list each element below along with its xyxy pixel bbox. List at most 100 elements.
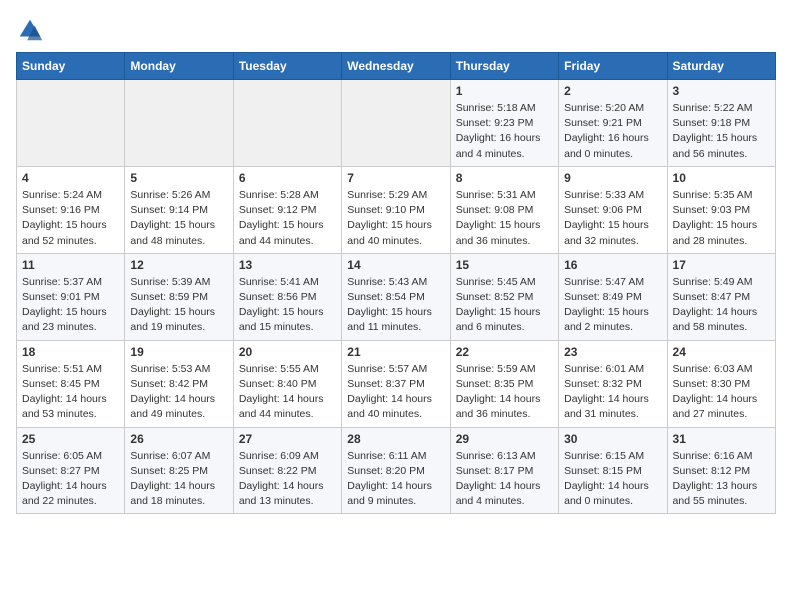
day-number: 14 xyxy=(347,258,444,272)
calendar-week-row: 25 Sunrise: 6:05 AMSunset: 8:27 PMDayligh… xyxy=(17,427,776,514)
calendar-day-cell: 23 Sunrise: 6:01 AMSunset: 8:32 PMDayligh… xyxy=(559,340,667,427)
day-number: 29 xyxy=(456,432,553,446)
day-info: Sunrise: 6:11 AMSunset: 8:20 PMDaylight:… xyxy=(347,449,444,510)
day-info: Sunrise: 5:49 AMSunset: 8:47 PMDaylight:… xyxy=(673,275,770,336)
calendar-day-cell: 30Sunrise: 6:15 AMSunset: 8:15 PMDayligh… xyxy=(559,427,667,514)
weekday-header-monday: Monday xyxy=(125,53,233,80)
day-info: Sunrise: 6:16 AMSunset: 8:12 PMDaylight:… xyxy=(673,449,770,510)
day-info: Sunrise: 5:29 AMSunset: 9:10 PMDaylight:… xyxy=(347,188,444,249)
day-info: Sunrise: 5:22 AMSunset: 9:18 PMDaylight:… xyxy=(673,101,770,162)
day-info: Sunrise: 5:31 AMSunset: 9:08 PMDaylight:… xyxy=(456,188,553,249)
day-info: Sunrise: 6:05 AMSunset: 8:27 PMDaylight:… xyxy=(22,449,119,510)
calendar-week-row: 11Sunrise: 5:37 AMSunset: 9:01 PMDayligh… xyxy=(17,253,776,340)
day-info: Sunrise: 5:45 AMSunset: 8:52 PMDaylight:… xyxy=(456,275,553,336)
calendar-day-cell: 13 Sunrise: 5:41 AMSunset: 8:56 PMDayligh… xyxy=(233,253,341,340)
weekday-header-friday: Friday xyxy=(559,53,667,80)
calendar-day-cell: 15 Sunrise: 5:45 AMSunset: 8:52 PMDayligh… xyxy=(450,253,558,340)
logo-icon xyxy=(16,16,44,44)
calendar-day-cell: 24 Sunrise: 6:03 AMSunset: 8:30 PMDayligh… xyxy=(667,340,775,427)
day-info: Sunrise: 5:59 AMSunset: 8:35 PMDaylight:… xyxy=(456,362,553,423)
calendar-week-row: 4 Sunrise: 5:24 AMSunset: 9:16 PMDaylight… xyxy=(17,166,776,253)
day-number: 8 xyxy=(456,171,553,185)
day-number: 21 xyxy=(347,345,444,359)
day-info: Sunrise: 5:43 AMSunset: 8:54 PMDaylight:… xyxy=(347,275,444,336)
calendar-day-cell xyxy=(125,80,233,167)
day-number: 3 xyxy=(673,84,770,98)
calendar-day-cell xyxy=(233,80,341,167)
calendar-day-cell: 9 Sunrise: 5:33 AMSunset: 9:06 PMDaylight… xyxy=(559,166,667,253)
logo xyxy=(16,16,48,44)
day-number: 9 xyxy=(564,171,661,185)
calendar-day-cell: 26 Sunrise: 6:07 AMSunset: 8:25 PMDayligh… xyxy=(125,427,233,514)
day-info: Sunrise: 5:55 AMSunset: 8:40 PMDaylight:… xyxy=(239,362,336,423)
day-number: 19 xyxy=(130,345,227,359)
calendar-day-cell: 6 Sunrise: 5:28 AMSunset: 9:12 PMDaylight… xyxy=(233,166,341,253)
day-number: 30 xyxy=(564,432,661,446)
day-info: Sunrise: 5:33 AMSunset: 9:06 PMDaylight:… xyxy=(564,188,661,249)
calendar-day-cell: 19 Sunrise: 5:53 AMSunset: 8:42 PMDayligh… xyxy=(125,340,233,427)
calendar-day-cell: 29 Sunrise: 6:13 AMSunset: 8:17 PMDayligh… xyxy=(450,427,558,514)
calendar-day-cell: 17 Sunrise: 5:49 AMSunset: 8:47 PMDayligh… xyxy=(667,253,775,340)
day-info: Sunrise: 5:35 AMSunset: 9:03 PMDaylight:… xyxy=(673,188,770,249)
day-number: 22 xyxy=(456,345,553,359)
calendar-day-cell: 18Sunrise: 5:51 AMSunset: 8:45 PMDayligh… xyxy=(17,340,125,427)
calendar-day-cell: 8 Sunrise: 5:31 AMSunset: 9:08 PMDaylight… xyxy=(450,166,558,253)
calendar-day-cell: 20 Sunrise: 5:55 AMSunset: 8:40 PMDayligh… xyxy=(233,340,341,427)
calendar-day-cell: 7 Sunrise: 5:29 AMSunset: 9:10 PMDaylight… xyxy=(342,166,450,253)
day-info: Sunrise: 6:01 AMSunset: 8:32 PMDaylight:… xyxy=(564,362,661,423)
day-number: 2 xyxy=(564,84,661,98)
day-number: 25 xyxy=(22,432,119,446)
calendar-day-cell: 16 Sunrise: 5:47 AMSunset: 8:49 PMDayligh… xyxy=(559,253,667,340)
day-number: 5 xyxy=(130,171,227,185)
page-header xyxy=(16,16,776,44)
calendar-day-cell: 28Sunrise: 6:11 AMSunset: 8:20 PMDayligh… xyxy=(342,427,450,514)
day-number: 7 xyxy=(347,171,444,185)
calendar-day-cell: 10 Sunrise: 5:35 AMSunset: 9:03 PMDayligh… xyxy=(667,166,775,253)
day-number: 24 xyxy=(673,345,770,359)
day-info: Sunrise: 5:53 AMSunset: 8:42 PMDaylight:… xyxy=(130,362,227,423)
day-info: Sunrise: 5:26 AMSunset: 9:14 PMDaylight:… xyxy=(130,188,227,249)
weekday-header-wednesday: Wednesday xyxy=(342,53,450,80)
day-info: Sunrise: 5:37 AMSunset: 9:01 PMDaylight:… xyxy=(22,275,119,336)
day-info: Sunrise: 5:18 AMSunset: 9:23 PMDaylight:… xyxy=(456,101,553,162)
day-info: Sunrise: 5:51 AMSunset: 8:45 PMDaylight:… xyxy=(22,362,119,423)
day-info: Sunrise: 5:41 AMSunset: 8:56 PMDaylight:… xyxy=(239,275,336,336)
calendar-week-row: 18Sunrise: 5:51 AMSunset: 8:45 PMDayligh… xyxy=(17,340,776,427)
weekday-header-tuesday: Tuesday xyxy=(233,53,341,80)
day-number: 4 xyxy=(22,171,119,185)
weekday-header-thursday: Thursday xyxy=(450,53,558,80)
day-info: Sunrise: 5:28 AMSunset: 9:12 PMDaylight:… xyxy=(239,188,336,249)
calendar-day-cell: 4 Sunrise: 5:24 AMSunset: 9:16 PMDaylight… xyxy=(17,166,125,253)
calendar-day-cell: 25 Sunrise: 6:05 AMSunset: 8:27 PMDayligh… xyxy=(17,427,125,514)
day-info: Sunrise: 5:57 AMSunset: 8:37 PMDaylight:… xyxy=(347,362,444,423)
day-number: 13 xyxy=(239,258,336,272)
calendar-day-cell: 31 Sunrise: 6:16 AMSunset: 8:12 PMDayligh… xyxy=(667,427,775,514)
day-info: Sunrise: 6:13 AMSunset: 8:17 PMDaylight:… xyxy=(456,449,553,510)
calendar-day-cell: 21 Sunrise: 5:57 AMSunset: 8:37 PMDayligh… xyxy=(342,340,450,427)
day-number: 17 xyxy=(673,258,770,272)
calendar-day-cell: 27Sunrise: 6:09 AMSunset: 8:22 PMDayligh… xyxy=(233,427,341,514)
day-number: 23 xyxy=(564,345,661,359)
day-number: 15 xyxy=(456,258,553,272)
calendar-table: SundayMondayTuesdayWednesdayThursdayFrid… xyxy=(16,52,776,514)
calendar-day-cell: 12Sunrise: 5:39 AMSunset: 8:59 PMDayligh… xyxy=(125,253,233,340)
day-number: 31 xyxy=(673,432,770,446)
weekday-header-sunday: Sunday xyxy=(17,53,125,80)
day-number: 26 xyxy=(130,432,227,446)
weekday-header-row: SundayMondayTuesdayWednesdayThursdayFrid… xyxy=(17,53,776,80)
day-number: 16 xyxy=(564,258,661,272)
day-number: 10 xyxy=(673,171,770,185)
day-number: 20 xyxy=(239,345,336,359)
day-info: Sunrise: 6:07 AMSunset: 8:25 PMDaylight:… xyxy=(130,449,227,510)
weekday-header-saturday: Saturday xyxy=(667,53,775,80)
calendar-day-cell: 2 Sunrise: 5:20 AMSunset: 9:21 PMDaylight… xyxy=(559,80,667,167)
calendar-day-cell: 5 Sunrise: 5:26 AMSunset: 9:14 PMDaylight… xyxy=(125,166,233,253)
day-info: Sunrise: 5:24 AMSunset: 9:16 PMDaylight:… xyxy=(22,188,119,249)
day-info: Sunrise: 5:20 AMSunset: 9:21 PMDaylight:… xyxy=(564,101,661,162)
calendar-day-cell: 22 Sunrise: 5:59 AMSunset: 8:35 PMDayligh… xyxy=(450,340,558,427)
day-info: Sunrise: 6:03 AMSunset: 8:30 PMDaylight:… xyxy=(673,362,770,423)
calendar-day-cell: 1Sunrise: 5:18 AMSunset: 9:23 PMDaylight… xyxy=(450,80,558,167)
day-number: 6 xyxy=(239,171,336,185)
calendar-day-cell xyxy=(17,80,125,167)
day-info: Sunrise: 5:47 AMSunset: 8:49 PMDaylight:… xyxy=(564,275,661,336)
